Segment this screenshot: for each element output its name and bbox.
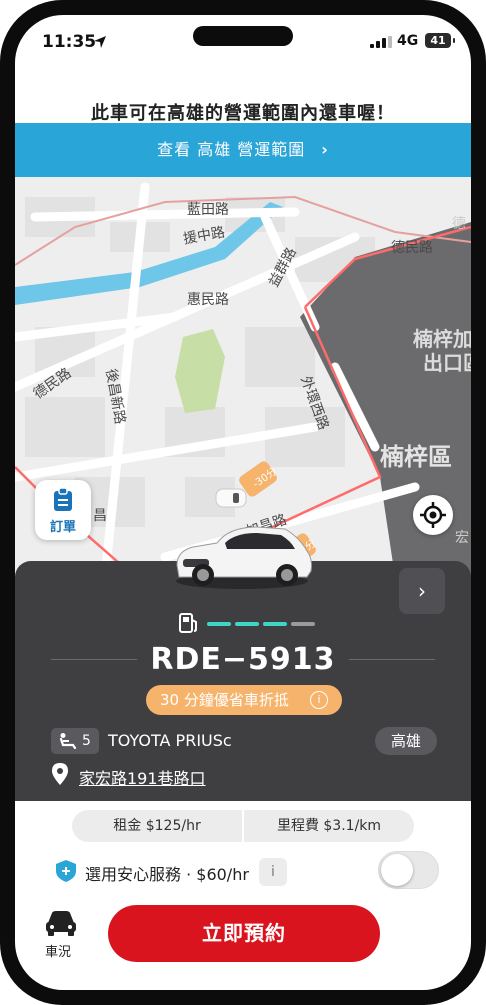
order-button[interactable]: 訂單 xyxy=(35,480,91,540)
order-button-label: 訂單 xyxy=(49,520,76,535)
shield-icon xyxy=(56,860,76,882)
fee-summary: 租金 $125/hr 里程費 $3.1/km xyxy=(72,810,414,842)
mileage-fee: 里程費 $3.1/km xyxy=(276,818,382,834)
map-label: 惠民路 xyxy=(187,292,229,308)
city-badge: 高雄 xyxy=(375,727,437,755)
chevron-right-icon: › xyxy=(321,140,329,159)
fuel-pump-icon xyxy=(179,613,197,633)
next-car-button[interactable]: › xyxy=(399,568,445,614)
map-label: 出口區 xyxy=(423,351,471,375)
map-label: 楠梓區 xyxy=(380,443,452,471)
license-plate: RDE−5913 xyxy=(150,642,336,677)
car-marker-1[interactable] xyxy=(215,488,247,508)
promo-badge[interactable]: 30 分鐘優省車折抵 i xyxy=(146,685,342,715)
map-label: 德民路 xyxy=(391,240,433,256)
insurance-info-icon[interactable]: i xyxy=(259,858,287,886)
map-label: 宏 xyxy=(455,530,469,546)
car-image xyxy=(176,526,312,589)
seat-count: 5 xyxy=(82,733,91,749)
locate-button[interactable] xyxy=(413,495,453,535)
clipboard-icon xyxy=(54,488,72,511)
camera-notch xyxy=(193,26,293,46)
promo-label: 30 分鐘優省車折抵 xyxy=(160,691,289,709)
book-now-button[interactable]: 立即預約 xyxy=(108,905,380,962)
seat-count-badge: 5 xyxy=(51,728,99,754)
fuel-segment xyxy=(263,622,287,626)
status-time: 11:35 xyxy=(42,32,97,52)
info-icon[interactable]: i xyxy=(310,691,328,709)
car-status-icon[interactable] xyxy=(44,909,78,937)
phone-frame: 11:35 4G 41 此車可在高雄的營運範圍內還車喔！ 查看 高雄 營運範圍 › xyxy=(0,0,486,1005)
fuel-segment xyxy=(235,622,259,626)
location-arrow-icon xyxy=(94,36,106,48)
return-zone-headline: 此車可在高雄的營運範圍內還車喔！ xyxy=(91,103,395,124)
seat-icon xyxy=(59,733,77,749)
fuel-segment xyxy=(207,622,231,626)
crosshair-icon xyxy=(420,502,446,528)
map-label: 藍田路 xyxy=(187,202,229,218)
rent-fee: 租金 $125/hr xyxy=(113,818,201,834)
insurance-toggle[interactable] xyxy=(378,851,439,889)
screen: 11:35 4G 41 此車可在高雄的營運範圍內還車喔！ 查看 高雄 營運範圍 › xyxy=(15,15,471,990)
view-zone-label: 查看 高雄 營運範圍 xyxy=(157,140,306,159)
fuel-segment-empty xyxy=(291,622,315,626)
network-type: 4G xyxy=(397,33,419,49)
toggle-knob xyxy=(381,854,413,886)
map-pin-icon xyxy=(52,763,68,785)
insurance-label: 選用安心服務 · $60/hr xyxy=(85,865,249,884)
map-label: 德 xyxy=(452,216,466,232)
view-zone-banner[interactable]: 查看 高雄 營運範圍 › xyxy=(15,123,471,177)
car-address-link[interactable]: 家宏路191巷路口 xyxy=(79,765,206,789)
battery-tip xyxy=(453,38,455,43)
car-model: TOYOTA PRIUSc xyxy=(108,731,232,750)
signal-icon xyxy=(370,36,392,48)
map-label: 昌 xyxy=(93,508,107,524)
car-status-label: 車況 xyxy=(45,945,72,960)
battery-icon: 41 xyxy=(425,33,451,48)
